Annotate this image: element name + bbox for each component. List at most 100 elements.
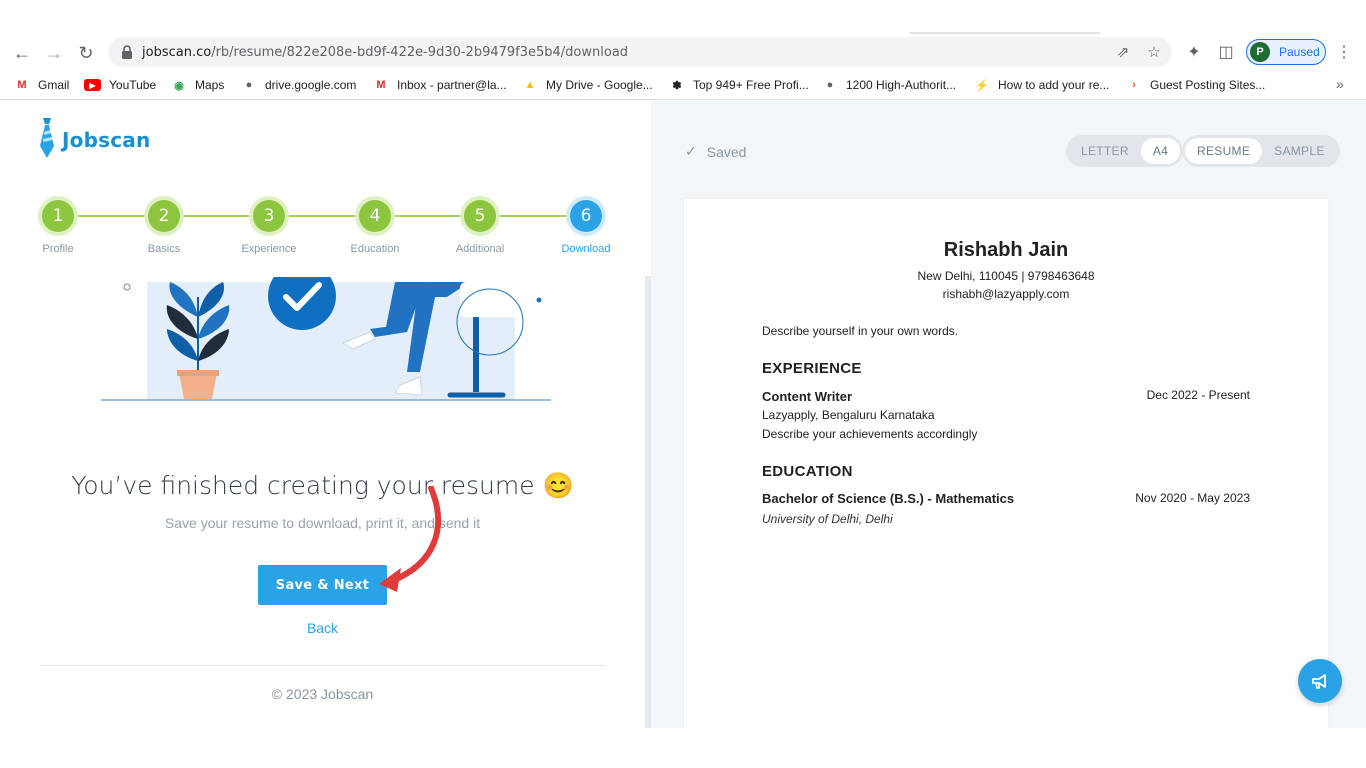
bookmark-label: 1200 High-Authorit...: [846, 78, 957, 92]
avatar: P: [1250, 42, 1270, 62]
bookmarks-bar: M Gmail ▶ YouTube ◉ Maps ● drive.google.com …: [0, 70, 1366, 100]
experience-heading: EXPERIENCE: [762, 360, 862, 377]
step-label: Experience: [241, 243, 297, 255]
bottom-blank: [0, 728, 1366, 768]
finish-subtitle: Save your resume to download, print it, …: [164, 515, 481, 531]
step-label: Additional: [455, 243, 505, 255]
stepper-line: [58, 215, 588, 217]
step-number: 4: [359, 200, 391, 232]
resume-location-phone: New Delhi, 110045 | 9798463648: [917, 269, 1095, 283]
preview-panel: ✓ Saved LETTER A4 RESUME SAMPLE Rishabh …: [651, 101, 1366, 728]
success-illustration: [101, 277, 551, 401]
step-label: Profile: [42, 243, 74, 255]
school: University of Delhi, Delhi: [762, 512, 893, 526]
step-education[interactable]: 4 Education: [351, 196, 399, 255]
copyright: © 2023 Jobscan: [271, 686, 374, 702]
step-label: Download: [561, 243, 611, 255]
bookmark-guest-posting[interactable]: › Guest Posting Sites...: [1126, 76, 1265, 94]
back-link[interactable]: Back: [0, 620, 645, 636]
footer-divider: [40, 665, 605, 666]
browser-toolbar: ← → ↻ jobscan.co/rb/resume/822e208e-bd9f…: [0, 34, 1366, 70]
browser-menu-icon[interactable]: ⋮: [1336, 42, 1352, 62]
bookmark-label: YouTube: [109, 78, 157, 92]
degree-dates: Nov 2020 - May 2023: [1135, 491, 1250, 505]
step-profile[interactable]: 1 Profile: [38, 196, 78, 255]
resume-summary: Describe yourself in your own words.: [762, 324, 959, 338]
step-experience[interactable]: 3 Experience: [241, 196, 297, 255]
sidepanel-icon[interactable]: ◫: [1216, 42, 1236, 62]
bookmark-youtube[interactable]: ▶ YouTube: [84, 76, 156, 94]
step-additional[interactable]: 5 Additional: [456, 196, 504, 255]
forward-icon[interactable]: →: [41, 40, 67, 66]
youtube-icon: ▶: [84, 79, 101, 91]
step-label: Basics: [147, 243, 181, 255]
step-basics[interactable]: 2 Basics: [144, 196, 184, 255]
mode-resume-option[interactable]: RESUME: [1185, 138, 1263, 164]
view-mode-toggle: RESUME SAMPLE: [1182, 135, 1340, 167]
paper-size-toggle: LETTER A4: [1066, 135, 1184, 167]
builder-panel: Jobscan 1 Profile 2 Basics 3 Experience …: [0, 101, 645, 728]
address-bar[interactable]: jobscan.co/rb/resume/822e208e-bd9f-422e-…: [108, 37, 1172, 67]
step-number: 6: [570, 200, 602, 232]
megaphone-icon: [1312, 674, 1326, 689]
mode-sample-option[interactable]: SAMPLE: [1262, 138, 1337, 164]
resume-preview: Rishabh Jain New Delhi, 110045 | 9798463…: [684, 199, 1328, 728]
url-domain: jobscan.co: [142, 45, 212, 60]
progress-stepper: 1 Profile 2 Basics 3 Experience 4 Educat…: [38, 196, 618, 261]
bookmark-gmail[interactable]: M Gmail: [14, 76, 69, 94]
bookmark-label: Inbox - partner@la...: [397, 78, 507, 92]
finish-title: You’ve finished creating your resume 😊: [71, 471, 574, 500]
feed-icon: ✽: [672, 79, 682, 92]
job-description: Describe your achievements accordingly: [762, 427, 978, 441]
globe-icon: ●: [826, 79, 834, 91]
bookmark-how-to-add[interactable]: ⚡ How to add your re...: [974, 76, 1109, 94]
paper-a4-option[interactable]: A4: [1140, 138, 1181, 164]
feedback-button[interactable]: [1298, 659, 1342, 703]
drive-icon: ▲: [524, 79, 536, 91]
url-text[interactable]: jobscan.co/rb/resume/822e208e-bd9f-422e-…: [142, 45, 628, 60]
extensions-icon[interactable]: ✦: [1184, 42, 1204, 62]
step-number: 1: [42, 200, 74, 232]
bookmark-label: Guest Posting Sites...: [1150, 78, 1266, 92]
bookmark-label: Maps: [195, 78, 225, 92]
jobscan-logo[interactable]: Jobscan: [38, 118, 151, 158]
education-heading: EDUCATION: [762, 463, 853, 480]
browser-tabstrip: [0, 0, 1366, 34]
back-icon[interactable]: ←: [9, 40, 35, 66]
brand-name: Jobscan: [62, 128, 151, 152]
profile-button[interactable]: P Paused: [1246, 39, 1326, 65]
check-icon: ✓: [685, 143, 697, 159]
bookmark-drive-site[interactable]: ● drive.google.com: [241, 76, 357, 94]
job-dates: Dec 2022 - Present: [1146, 388, 1250, 402]
jobscan-tie-icon: [40, 118, 54, 158]
step-download[interactable]: 6 Download: [562, 196, 610, 255]
bookmark-maps[interactable]: ◉ Maps: [171, 76, 224, 94]
bookmark-1200-high[interactable]: ● 1200 High-Authorit...: [822, 76, 956, 94]
paper-letter-option[interactable]: LETTER: [1069, 138, 1141, 164]
bookmarks-overflow-icon[interactable]: »: [1336, 76, 1344, 92]
step-number: 3: [253, 200, 285, 232]
bookmark-label: drive.google.com: [265, 78, 357, 92]
save-next-button[interactable]: Save & Next: [258, 565, 387, 605]
bookmark-label: Top 949+ Free Profi...: [693, 78, 809, 92]
star-icon[interactable]: ☆: [1144, 42, 1164, 62]
bolt-icon: ⚡: [975, 79, 989, 92]
arrow-icon: ›: [1132, 79, 1136, 91]
bookmark-top-949[interactable]: ✽ Top 949+ Free Profi...: [669, 76, 809, 94]
gmail-icon: M: [376, 79, 386, 91]
profile-status: Paused: [1279, 45, 1320, 59]
step-number: 2: [148, 200, 180, 232]
reload-icon[interactable]: ↻: [73, 40, 99, 66]
bookmark-my-drive[interactable]: ▲ My Drive - Google...: [522, 76, 653, 94]
degree: Bachelor of Science (B.S.) - Mathematics: [762, 491, 1015, 506]
bookmark-label: My Drive - Google...: [546, 78, 653, 92]
resume-email: rishabh@lazyapply.com: [942, 287, 1070, 301]
bookmark-inbox[interactable]: M Inbox - partner@la...: [373, 76, 507, 94]
share-icon[interactable]: ⇗: [1113, 42, 1133, 62]
page: Jobscan 1 Profile 2 Basics 3 Experience …: [0, 101, 1366, 728]
globe-icon: ●: [245, 79, 253, 91]
bookmark-label: How to add your re...: [998, 78, 1110, 92]
bookmark-label: Gmail: [38, 78, 70, 92]
gmail-icon: M: [17, 79, 27, 91]
saved-status: ✓ Saved: [685, 143, 746, 160]
